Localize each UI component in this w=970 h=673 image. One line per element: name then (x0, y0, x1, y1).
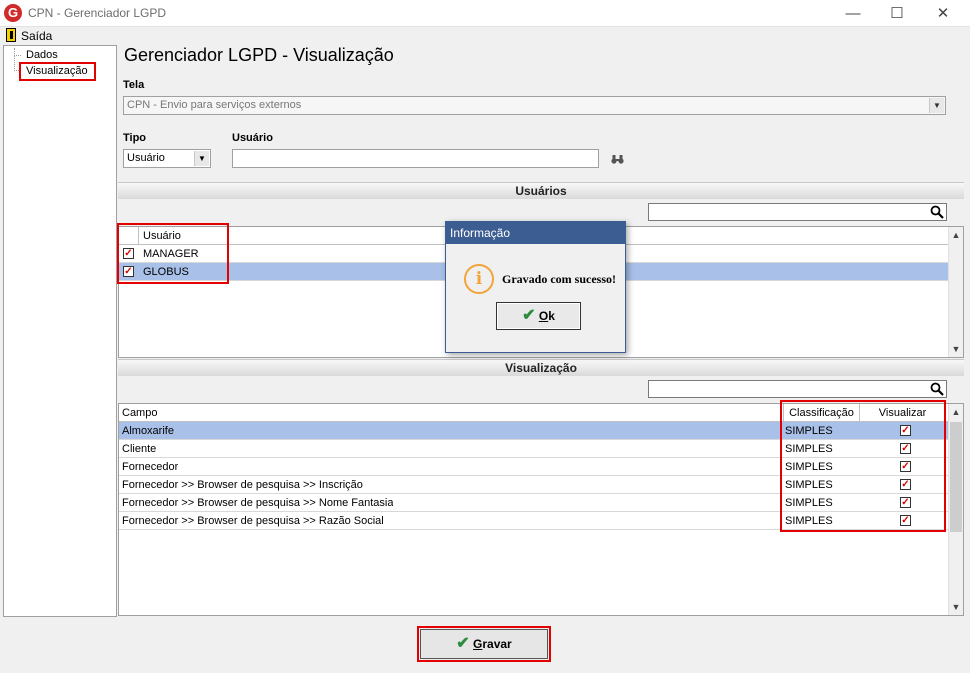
search-icon[interactable] (930, 382, 944, 399)
information-dialog: Informação i Gravado com sucesso! ✔ Ok (445, 221, 626, 353)
chevron-down-icon[interactable]: ▼ (929, 98, 944, 113)
ok-label-accel: O (538, 309, 549, 323)
usuarios-section-header: Usuários (118, 182, 964, 199)
tree-connector (14, 48, 21, 56)
tipo-select-value: Usuário (127, 152, 165, 164)
info-icon: i (464, 264, 494, 294)
menu-bar (0, 27, 970, 45)
exit-door-icon[interactable] (6, 28, 16, 42)
menu-item-saida[interactable]: Saída (21, 29, 52, 43)
tree-item-dados[interactable]: Dados (26, 49, 58, 61)
campo-cell: Fornecedor (122, 461, 179, 473)
highlight-box (117, 223, 229, 284)
save-label-accel: G (473, 637, 483, 651)
campo-cell: Fornecedor >> Browser de pesquisa >> Raz… (122, 515, 384, 527)
campo-cell: Fornecedor >> Browser de pesquisa >> Nom… (122, 497, 394, 509)
tela-select-value: CPN - Envio para serviços externos (127, 99, 302, 111)
app-logo-icon: G (4, 4, 22, 22)
visualizacao-section-header: Visualização (118, 359, 964, 376)
tela-label: Tela (123, 79, 145, 91)
usuarios-scrollbar[interactable]: ▲ ▼ (948, 227, 963, 357)
campo-cell: Cliente (122, 443, 157, 455)
scroll-down-icon[interactable]: ▼ (949, 602, 963, 612)
highlight-box (780, 400, 946, 532)
binoculars-icon[interactable] (611, 155, 624, 164)
chevron-down-icon[interactable]: ▼ (194, 151, 209, 166)
save-label: ravar (482, 637, 512, 651)
page-title: Gerenciador LGPD - Visualização (124, 45, 394, 65)
usuario-label: Usuário (232, 132, 273, 144)
usuario-input[interactable] (232, 149, 599, 168)
window-title: CPN - Gerenciador LGPD (28, 6, 167, 20)
minimize-button[interactable]: — (830, 0, 876, 27)
scroll-thumb[interactable] (950, 422, 962, 532)
scroll-up-icon[interactable]: ▲ (949, 230, 963, 240)
column-header-campo: Campo (122, 407, 158, 419)
navigation-tree (3, 45, 117, 617)
tree-item-visualizacao[interactable]: Visualização (26, 65, 88, 77)
close-button[interactable]: ✕ (920, 0, 966, 27)
scroll-down-icon[interactable]: ▼ (949, 344, 963, 354)
tipo-label: Tipo (123, 132, 147, 144)
visualizacao-scrollbar[interactable]: ▲ ▼ (948, 404, 963, 615)
save-button[interactable]: ✔ Gravar (420, 629, 548, 659)
maximize-button[interactable]: ☐ (874, 0, 920, 27)
dialog-message: Gravado com sucesso! (502, 272, 616, 286)
ok-label: k (548, 309, 555, 323)
tela-select[interactable]: CPN - Envio para serviços externos ▼ (123, 96, 946, 115)
campo-cell: Almoxarife (122, 425, 174, 437)
dialog-title: Informação (446, 222, 625, 244)
check-icon: ✔ (522, 307, 536, 324)
visualizacao-search-input[interactable] (648, 380, 947, 398)
tipo-select[interactable]: Usuário ▼ (123, 149, 211, 168)
scroll-up-icon[interactable]: ▲ (949, 407, 963, 417)
ok-button[interactable]: ✔ Ok (496, 302, 581, 330)
usuarios-search-input[interactable] (648, 203, 947, 221)
search-icon[interactable] (930, 205, 944, 222)
check-icon: ✔ (456, 635, 470, 652)
campo-cell: Fornecedor >> Browser de pesquisa >> Ins… (122, 479, 363, 491)
